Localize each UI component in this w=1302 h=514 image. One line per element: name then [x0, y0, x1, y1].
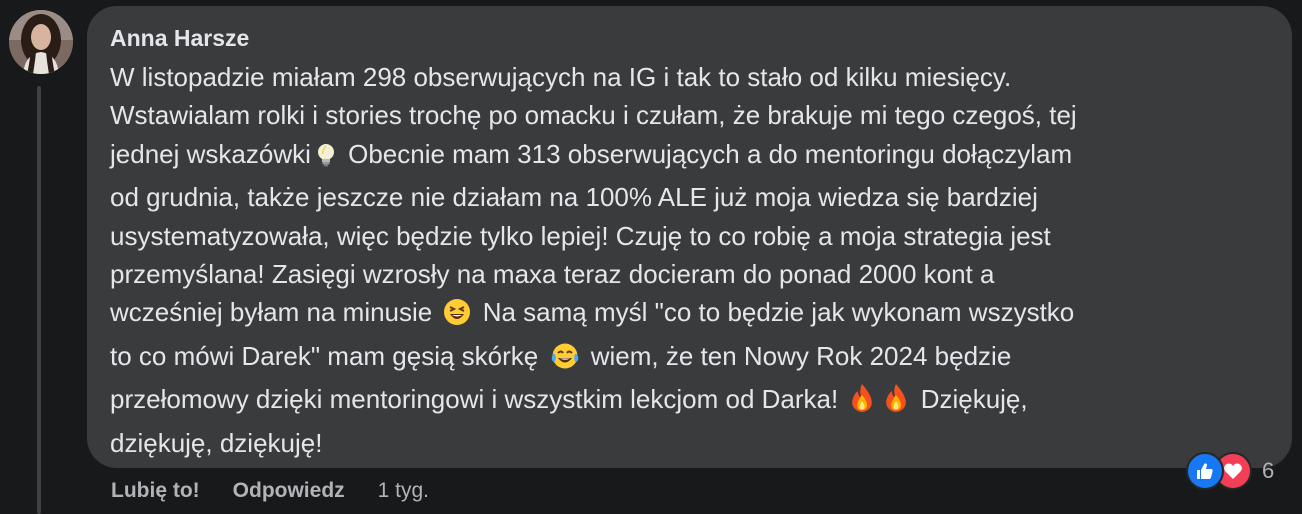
comment-text-segment: od grudnia, także jeszcze nie działam na… — [110, 182, 1038, 213]
comment-text-segment: Na samą myśl "co to będzie jak wykonam w… — [482, 297, 1075, 328]
comment-text: W listopadzie miałam 298 obserwujących n… — [110, 58, 1268, 462]
comment-text-segment: przełomowy dzięki mentoringowi i wszystk… — [110, 384, 839, 415]
comment-text-segment: Obecnie mam 313 obserwujących a do mento… — [348, 138, 1073, 169]
comment-text-segment: dziękuję, dziękuję! — [110, 427, 323, 458]
comment-actions: Lubię to! Odpowiedz 1 tyg. — [111, 478, 429, 504]
comment-text-segment: przemyślana! Zasięgi wzrosły na maxa ter… — [110, 259, 995, 290]
comment-line: wcześniej byłam na minusie Na samą myśl … — [110, 293, 1268, 336]
laughing-squint-emoji — [443, 298, 471, 336]
reply-button[interactable]: Odpowiedz — [233, 479, 345, 503]
thread-line — [37, 86, 41, 514]
comment-line: Wstawialam rolki i stories trochę po oma… — [110, 96, 1268, 134]
comment-line: przełomowy dzięki mentoringowi i wszystk… — [110, 380, 1268, 423]
comment-line: usystematyzowała, więc będzie tylko lepi… — [110, 217, 1268, 255]
comment-text-segment: W listopadzie miałam 298 obserwujących n… — [110, 62, 1012, 92]
comment-text-segment: to co mówi Darek" mam gęsią skórkę — [110, 340, 539, 371]
like-icon — [1186, 452, 1224, 490]
comment-line: od grudnia, także jeszcze nie działam na… — [110, 178, 1268, 216]
comment-text-segment: usystematyzowała, więc będzie tylko lepi… — [110, 220, 1051, 251]
fire-emoji — [883, 383, 909, 423]
avatar[interactable] — [9, 10, 73, 74]
reaction-count: 6 — [1262, 458, 1275, 483]
like-button[interactable]: Lubię to! — [111, 479, 200, 503]
comment-line: dziękuję, dziękuję! — [110, 424, 1268, 462]
comment-text-segment: Wstawialam rolki i stories trochę po oma… — [110, 100, 1077, 131]
comment-text-segment: Dziękuję, — [920, 384, 1028, 415]
comment-bubble: Anna Harsze W listopadzie miałam 298 obs… — [87, 6, 1292, 468]
reaction-summary[interactable]: 6 — [1186, 452, 1274, 490]
lightbulb-emoji — [315, 140, 337, 178]
tears-of-joy-emoji — [550, 342, 580, 380]
comment-line: przemyślana! Zasięgi wzrosły na maxa ter… — [110, 255, 1268, 293]
comment-text-segment: wcześniej byłam na minusie — [110, 297, 433, 328]
comment-text-segment: jednej wskazówki — [110, 138, 311, 169]
comment-author[interactable]: Anna Harsze — [110, 24, 1268, 52]
comment-line: jednej wskazówki Obecnie mam 313 obserwu… — [110, 135, 1268, 178]
fire-emoji — [849, 383, 875, 423]
avatar-image — [9, 10, 73, 74]
comment-line: W listopadzie miałam 298 obserwujących n… — [110, 58, 1268, 96]
comment-text-segment: wiem, że ten Nowy Rok 2024 będzie — [590, 340, 1012, 371]
comment-line: to co mówi Darek" mam gęsią skórkę wiem,… — [110, 337, 1268, 380]
comment-timestamp[interactable]: 1 tyg. — [378, 479, 429, 503]
